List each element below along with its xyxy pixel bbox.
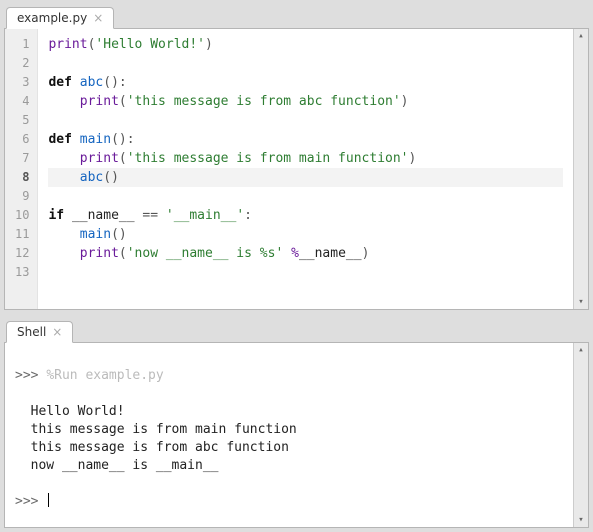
code-area[interactable]: print('Hello World!') def abc(): print('… — [38, 29, 573, 309]
shell-panel: Shell × >>> %Run example.py Hello World!… — [4, 316, 589, 528]
shell-scrollbar[interactable]: ▴ ▾ — [573, 343, 588, 527]
shell-blank — [15, 349, 565, 367]
shell-output-line: now __name__ is __main__ — [15, 457, 565, 475]
line-number: 10 — [15, 206, 29, 225]
line-number: 5 — [15, 111, 29, 130]
shell-run-cmd: %Run example.py — [46, 368, 163, 383]
shell-tab-label: Shell — [17, 325, 46, 339]
editor-tabbar: example.py × — [4, 2, 589, 28]
editor-tab-label: example.py — [17, 11, 87, 25]
line-number: 6 — [15, 130, 29, 149]
close-icon[interactable]: × — [93, 12, 103, 24]
line-number: 13 — [15, 263, 29, 282]
scroll-up-icon[interactable]: ▴ — [574, 343, 588, 357]
shell-tab[interactable]: Shell × — [6, 321, 73, 343]
line-number: 1 — [15, 35, 29, 54]
code-line — [48, 263, 563, 282]
shell-blank — [15, 385, 565, 403]
code-line: if __name__ == '__main__': — [48, 206, 563, 225]
line-number: 7 — [15, 149, 29, 168]
text-cursor — [48, 493, 49, 507]
editor-panel: example.py × 12345678910111213 print('He… — [4, 2, 589, 310]
shell-run-line: >>> %Run example.py — [15, 367, 565, 385]
code-line — [48, 187, 563, 206]
shell-tabbar: Shell × — [4, 316, 589, 342]
shell-prompt: >>> — [15, 494, 38, 509]
line-number: 3 — [15, 73, 29, 92]
line-number-gutter: 12345678910111213 — [5, 29, 38, 309]
code-line: def abc(): — [48, 73, 563, 92]
code-line: print('now __name__ is %s' %__name__) — [48, 244, 563, 263]
close-icon[interactable]: × — [52, 326, 62, 338]
scroll-down-icon[interactable]: ▾ — [574, 513, 588, 527]
line-number: 8 — [15, 168, 29, 187]
code-line: print('this message is from main functio… — [48, 149, 563, 168]
editor-scrollbar[interactable]: ▴ ▾ — [573, 29, 588, 309]
line-number: 2 — [15, 54, 29, 73]
scroll-down-icon[interactable]: ▾ — [574, 295, 588, 309]
line-number: 12 — [15, 244, 29, 263]
code-line — [48, 111, 563, 130]
code-line: print('this message is from abc function… — [48, 92, 563, 111]
shell-output-line: this message is from main function — [15, 421, 565, 439]
editor-tab[interactable]: example.py × — [6, 7, 114, 29]
editor-scroll: 12345678910111213 print('Hello World!') … — [5, 29, 573, 309]
code-line — [48, 54, 563, 73]
line-number: 4 — [15, 92, 29, 111]
line-number: 9 — [15, 187, 29, 206]
code-line: main() — [48, 225, 563, 244]
editor-frame: 12345678910111213 print('Hello World!') … — [4, 28, 589, 310]
code-line: abc() — [48, 168, 563, 187]
shell-prompt: >>> — [15, 368, 38, 383]
shell-frame: >>> %Run example.py Hello World! this me… — [4, 342, 589, 528]
shell-output-line: this message is from abc function — [15, 439, 565, 457]
line-number: 11 — [15, 225, 29, 244]
shell-area[interactable]: >>> %Run example.py Hello World! this me… — [5, 343, 573, 527]
shell-blank — [15, 475, 565, 493]
shell-output-line: Hello World! — [15, 403, 565, 421]
code-line: def main(): — [48, 130, 563, 149]
shell-input-line: >>> — [15, 493, 565, 511]
code-line: print('Hello World!') — [48, 35, 563, 54]
scroll-up-icon[interactable]: ▴ — [574, 29, 588, 43]
